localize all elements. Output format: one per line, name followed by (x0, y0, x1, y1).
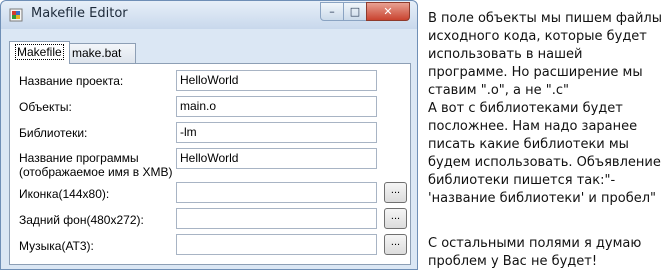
libraries-label: Библиотеки: (19, 126, 88, 140)
program-name-label-line1: Название программы (19, 151, 139, 165)
tab-make-bat-label: make.bat (72, 46, 122, 60)
notes-paragraph-libraries: А вот с библиотеками будет посложнее. На… (428, 101, 661, 206)
objects-field[interactable]: main.o (176, 96, 377, 117)
notes-paragraph-objects: В поле объекты мы пишем файлы исходного … (428, 11, 663, 98)
objects-label: Объекты: (19, 100, 72, 114)
maximize-button[interactable]: □ (343, 2, 367, 21)
title-bar[interactable]: Makefile Editor – □ ✕ (1, 1, 417, 29)
music-browse-button[interactable]: ... (384, 234, 407, 255)
icon-path-field[interactable] (176, 182, 377, 203)
project-name-label: Название проекта: (19, 74, 124, 88)
tab-make-bat[interactable]: make.bat (66, 43, 136, 63)
makefile-editor-window: Makefile Editor – □ ✕ Makefile make.bat … (0, 0, 418, 270)
icon-browse-button[interactable]: ... (384, 182, 407, 203)
tab-makefile[interactable]: Makefile (9, 41, 70, 64)
app-icon (9, 8, 23, 22)
icon-label: Иконка(144x80): (19, 187, 110, 201)
background-browse-button[interactable]: ... (384, 208, 407, 229)
notes-panel: В поле объекты мы пишем файлы исходного … (422, 0, 666, 270)
minimize-button[interactable]: – (320, 2, 344, 21)
libraries-field[interactable]: -lm (176, 122, 377, 143)
close-button[interactable]: ✕ (366, 2, 410, 21)
tab-makefile-label: Makefile (15, 44, 64, 60)
program-name-label-line2: (отображаемое имя в XMB) (19, 165, 173, 179)
window-title: Makefile Editor (31, 6, 128, 21)
music-label: Музыка(AT3): (19, 239, 94, 253)
background-path-field[interactable] (176, 208, 377, 229)
screenshot: Makefile Editor – □ ✕ Makefile make.bat … (0, 0, 666, 270)
music-path-field[interactable] (176, 234, 377, 255)
program-name-field[interactable]: HelloWorld (176, 148, 377, 169)
notes-paragraph-rest: С остальными полями я думаю проблем у Ва… (428, 236, 642, 269)
project-name-field[interactable]: HelloWorld (176, 70, 377, 91)
background-label: Задний фон(480x272): (19, 213, 144, 227)
